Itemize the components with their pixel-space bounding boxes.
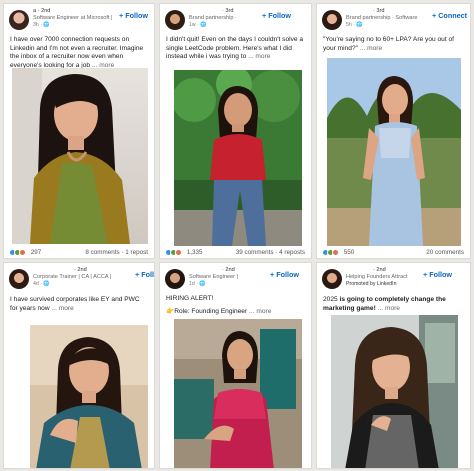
post-text: "You're saying no to 60+ LPA? Are you ou… [323,36,464,53]
author-headline: Software Engineer at Microsoft | [33,15,113,21]
post-image[interactable] [331,315,458,468]
see-more-link[interactable]: ... more [378,305,400,312]
follow-button[interactable]: + Follow [423,270,452,279]
comment-repost-stats[interactable]: 8 comments · 1 repost [85,249,148,256]
post-time: 1d · 🌐 [189,281,206,287]
see-more-link[interactable]: ... more [249,308,271,315]
post-time: 3h · 🌐 [33,22,50,28]
follow-button[interactable]: + Follow [270,270,299,279]
post-time: 1w · 🌐 [189,22,207,28]
post-footer: 297 8 comments · 1 repost [4,247,154,258]
author-headline: Corporate Trainer | CA | ACCA | [33,274,112,280]
post-image[interactable] [174,70,302,246]
author-headline: Helping Founders Attract [346,274,408,280]
feed-post-1: a · 2nd Software Engineer at Microsoft |… [3,3,155,259]
post-image-illustration [331,315,458,468]
follow-button[interactable]: + Follow [135,270,154,279]
author-headline: Brand partnership · Software [346,15,418,21]
post-text-content: I have survived corporates like EY and P… [10,296,140,312]
love-reaction-icon [332,249,339,256]
author-avatar[interactable] [322,10,342,30]
post-header: a · 2nd Software Engineer at Microsoft |… [4,4,154,34]
feed-post-3: · 3rd Brand partnership · Software 5h · … [316,3,471,259]
author-headline: Brand partnership · [189,15,237,21]
post-text-content: I didn't quit! Even on the days I couldn… [166,36,304,61]
post-image[interactable] [30,325,148,468]
author-name-degree[interactable]: a · 2nd [33,8,50,14]
feed-post-4: · 2nd Corporate Trainer | CA | ACCA | 4d… [3,262,155,469]
post-header: · 2nd Helping Founders Attract Promoted … [317,263,470,293]
feed-post-6: · 2nd Helping Founders Attract Promoted … [316,262,471,469]
post-image-illustration [174,319,302,468]
post-header: · 3rd Brand partnership · Software 5h · … [317,4,470,34]
promoted-label: Promoted by LinkedIn [346,281,397,287]
see-more-link[interactable]: ... more [51,305,73,312]
post-text: I have over 7000 connection requests on … [10,36,148,70]
post-header: · 3rd Brand partnership · 1w · 🌐 + Follo… [160,4,311,34]
post-time: 4d · 🌐 [33,281,50,287]
reaction-count: 1,335 [186,249,203,256]
reactions[interactable]: 1,335 [165,249,203,256]
post-text-heading: HIRING ALERT! [166,295,214,302]
post-text-content: I have over 7000 connection requests on … [10,36,144,69]
connect-button[interactable]: + Connect [432,11,467,20]
post-image-illustration [12,68,148,244]
post-image[interactable] [327,58,461,246]
post-image-illustration [174,70,302,246]
author-name-degree[interactable]: · 3rd [222,8,234,14]
author-avatar[interactable] [9,269,29,289]
follow-button[interactable]: + Follow [119,11,148,20]
author-headline: Software Engineer | [189,274,239,280]
author-name-degree[interactable]: · 2nd [222,267,235,273]
author-name-degree[interactable]: · 2nd [74,267,87,273]
post-text: 2025 is going to completely change the m… [323,296,464,313]
reaction-count: 297 [30,249,42,256]
post-image-illustration [327,58,461,246]
post-header: · 2nd Corporate Trainer | CA | ACCA | 4d… [4,263,154,293]
comment-repost-stats[interactable]: 39 comments · 4 reposts [236,249,305,256]
reaction-count: 550 [343,249,355,256]
see-more-link[interactable]: ... more [360,45,382,52]
love-reaction-icon [175,249,182,256]
post-image-illustration [30,325,148,468]
post-header: · 2nd Software Engineer | 1d · 🌐 + Follo… [160,263,311,293]
reactions[interactable]: 297 [9,249,41,256]
feed-post-2: · 3rd Brand partnership · 1w · 🌐 + Follo… [159,3,312,259]
post-text-content: "You're saying no to 60+ LPA? Are you ou… [323,36,454,52]
author-avatar[interactable] [322,269,342,289]
post-text: HIRING ALERT! 👉Role: Founding Engineer .… [166,295,305,316]
post-footer: 1,335 39 comments · 4 reposts [160,247,311,258]
post-text: I have survived corporates like EY and P… [10,296,148,313]
see-more-link[interactable]: ... more [248,53,270,60]
reactions[interactable]: 550 [322,249,354,256]
feed-post-5: · 2nd Software Engineer | 1d · 🌐 + Follo… [159,262,312,469]
author-name-degree[interactable]: · 3rd [373,8,385,14]
author-avatar[interactable] [165,10,185,30]
love-reaction-icon [19,249,26,256]
post-footer: 550 20 comments [317,247,470,258]
author-avatar[interactable] [165,269,185,289]
post-time: 5h · 🌐 [346,22,363,28]
author-name-degree[interactable]: · 2nd [373,267,386,273]
post-text: I didn't quit! Even on the days I couldn… [166,36,305,62]
post-image[interactable] [12,68,148,244]
post-image[interactable] [174,319,302,468]
comment-repost-stats[interactable]: 20 comments [426,249,464,256]
author-avatar[interactable] [9,10,29,30]
follow-button[interactable]: + Follow [262,11,291,20]
post-text-role: 👉Role: Founding Engineer [166,307,248,315]
post-text-plain: 2025 [323,296,340,303]
